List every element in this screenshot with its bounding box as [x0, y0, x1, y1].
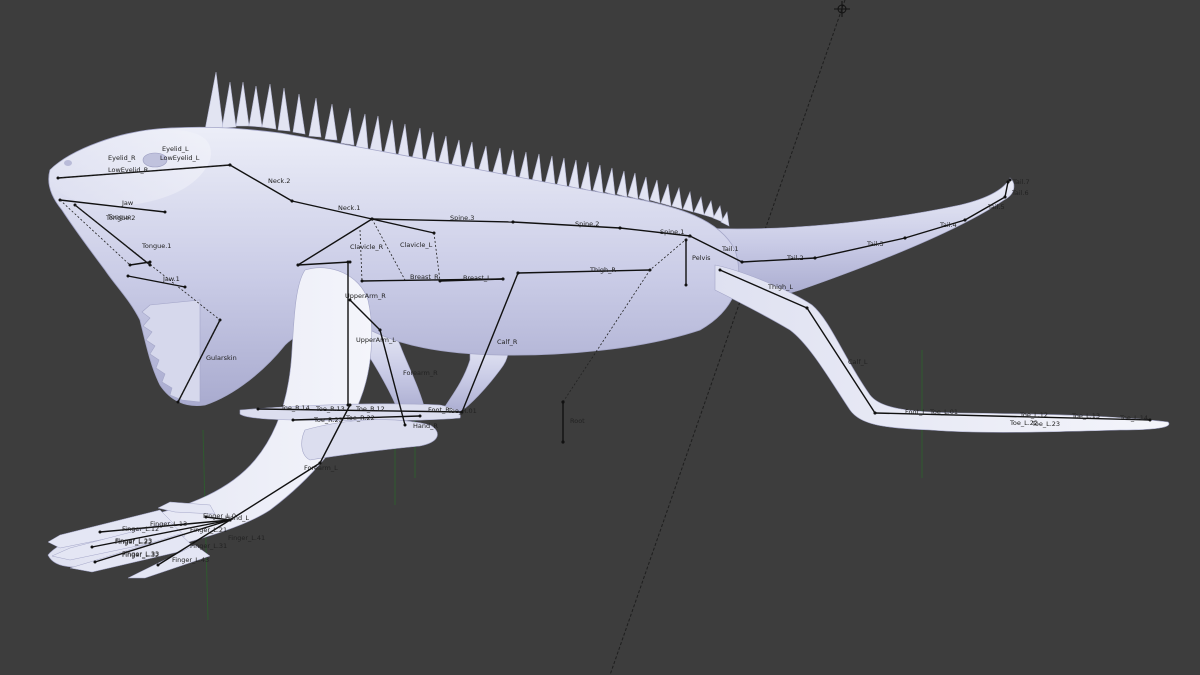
bone-joint[interactable]: [291, 418, 295, 422]
bone-joint[interactable]: [148, 260, 152, 264]
bone-label: Eyelid_R: [108, 154, 136, 162]
bone-label: Forearm_L: [304, 464, 338, 472]
bone-joint[interactable]: [1008, 178, 1012, 182]
bone-label: Jaw: [121, 199, 134, 207]
bone-label: Hand_R: [413, 422, 438, 430]
bone-label: Tail.3: [866, 240, 884, 248]
bone-label: Forearm_R: [403, 369, 438, 377]
bone-label: Clavicle_L: [400, 241, 433, 249]
bone-joint[interactable]: [98, 530, 102, 534]
bone-joint[interactable]: [290, 199, 294, 203]
bone-joint[interactable]: [873, 411, 877, 415]
iguana-mesh[interactable]: [47, 71, 1170, 579]
bone-label: LowEyelid_R: [108, 166, 149, 174]
bone-joint[interactable]: [1148, 418, 1152, 422]
bone-label: Breast_R: [410, 273, 439, 281]
root-bone[interactable]: Root: [561, 400, 585, 444]
bone-label: Neck.2: [268, 177, 290, 185]
bone-joint[interactable]: [346, 260, 350, 264]
3d-viewport[interactable]: Neck.2 Neck.1 Spine.3 Spine.2 Spine.1 Tail.1 T…: [0, 0, 1200, 675]
bone-label: Finger_L.43: [172, 556, 209, 564]
bone-label: Toe_R.14: [280, 404, 310, 412]
bone-joint[interactable]: [128, 263, 132, 267]
bone-label: Spine.3: [450, 214, 474, 222]
bone-label: Thigh_R: [589, 266, 616, 274]
bone-label: Thigh_L: [767, 283, 793, 291]
bone-label: UpperArm_R: [345, 292, 386, 300]
bone-joint[interactable]: [963, 218, 967, 222]
bone-label: Root: [570, 417, 585, 425]
bone-label: Finger_L.31: [190, 542, 227, 550]
bone-label: Toe_R.13: [315, 405, 345, 413]
empty-crosshair-icon[interactable]: [834, 1, 850, 17]
bone-label: UpperArm_L: [356, 336, 396, 344]
bone-label: Toe_L.12: [1019, 411, 1048, 419]
bone-label: Toe_R.23: [313, 416, 343, 424]
bone-joint[interactable]: [183, 285, 187, 289]
bone-joint[interactable]: [618, 226, 622, 230]
bone-label: Toe_R.01: [447, 407, 477, 415]
bone-joint[interactable]: [403, 423, 407, 427]
bone-joint[interactable]: [348, 298, 352, 302]
bone-label: Breast_L: [463, 274, 491, 282]
bone-label: Toe_L.23: [1031, 420, 1060, 428]
bone-label: Eyelid_L: [162, 145, 189, 153]
bone-joint[interactable]: [163, 210, 167, 214]
bone-label: Finger_L.41: [228, 534, 265, 542]
bone-label: Finger_L.21: [190, 526, 227, 534]
bone-label: Calf_L: [848, 358, 868, 366]
bone-joint[interactable]: [93, 560, 97, 564]
nostril-mesh: [64, 160, 72, 166]
bone-joint[interactable]: [1003, 195, 1007, 199]
bone-label: Tongue: [107, 213, 131, 221]
bone-label: Toe_L.14: [1119, 414, 1148, 422]
bone-label: Foot_R: [428, 406, 450, 414]
bone-joint[interactable]: [348, 403, 352, 407]
bone-label: Toe_L.01: [929, 408, 958, 416]
bone-label: Tongue.1: [141, 242, 171, 250]
bone-label: Spine.2: [575, 220, 599, 228]
bone-label: Tail.2: [786, 254, 804, 262]
bone-joint[interactable]: [740, 260, 744, 264]
bone-joint[interactable]: [126, 274, 130, 278]
bone-label: Finger_L.33: [122, 550, 159, 558]
bone-label: Tail.7: [1012, 178, 1030, 186]
bone-label: Calf_R: [497, 338, 518, 346]
bone-label: Gularskin: [206, 354, 237, 362]
bone-joint[interactable]: [256, 407, 260, 411]
bone-joint[interactable]: [156, 563, 160, 567]
bone-joint[interactable]: [903, 236, 907, 240]
bone-label: Toe_R.12: [355, 405, 385, 413]
bone-label: Spine.1: [660, 228, 684, 236]
bone-label: Finger_L.23: [115, 537, 152, 545]
bone-label: Pelvis: [692, 254, 711, 262]
bone-joint[interactable]: [418, 414, 422, 418]
bone-label: Jaw.1: [162, 275, 180, 283]
bone-label: Toe_L.13: [1071, 412, 1100, 420]
bone-joint[interactable]: [318, 461, 322, 465]
bone-joint[interactable]: [501, 277, 505, 281]
bone-joint[interactable]: [516, 271, 520, 275]
bone-label: Tail.6: [1011, 189, 1029, 197]
bone-label: Tail.4: [939, 221, 957, 229]
bone-label: Finger_L.0: [203, 512, 236, 520]
bone-label: Neck.1: [338, 204, 360, 212]
bone-label: Tail.1: [721, 245, 739, 253]
bone-label: Foot_L: [905, 408, 926, 416]
bone-label: Tail.5: [987, 203, 1005, 211]
bone-joint[interactable]: [813, 256, 817, 260]
bone-label: Finger_L.13: [150, 520, 187, 528]
bone-label: Toe_R.22: [345, 414, 375, 422]
bone-joint[interactable]: [511, 220, 515, 224]
bone-joint[interactable]: [718, 268, 722, 272]
bone-joint[interactable]: [90, 545, 94, 549]
bone-joint[interactable]: [378, 328, 382, 332]
bone-label: LowEyelid_L: [160, 154, 200, 162]
viewport-canvas[interactable]: Neck.2 Neck.1 Spine.3 Spine.2 Spine.1 Tail.1 T…: [0, 0, 1200, 675]
bone-joint[interactable]: [684, 283, 688, 287]
bone-joint[interactable]: [805, 306, 809, 310]
bone-label: Clavicle_R: [350, 243, 384, 251]
bone-joint[interactable]: [296, 263, 300, 267]
